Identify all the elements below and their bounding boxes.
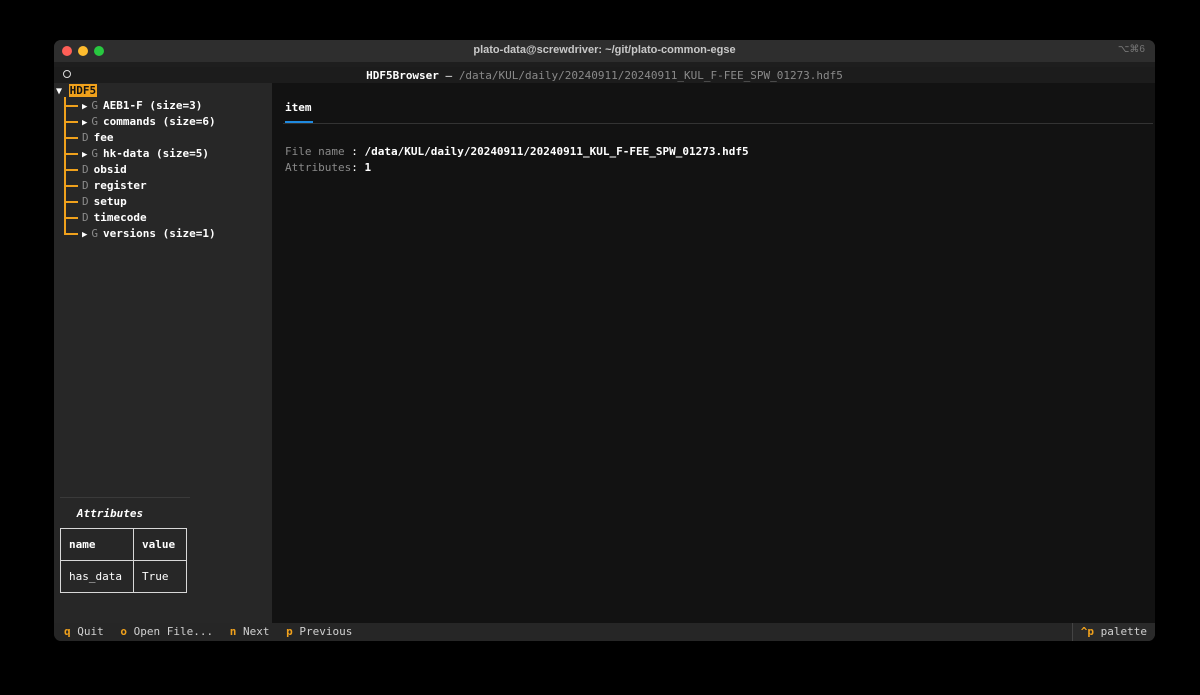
- dataset-type-marker: D: [82, 131, 89, 144]
- previous-key: p: [286, 625, 293, 638]
- cell-attribute-name: has_data: [60, 560, 134, 593]
- tree-branch-line: [64, 137, 78, 139]
- collapse-arrow-icon[interactable]: ▼: [56, 86, 62, 97]
- tree-branch-line: [64, 153, 78, 155]
- quit-label: Quit: [77, 625, 104, 638]
- detail-pane: item File name : /data/KUL/daily/2024091…: [272, 83, 1155, 623]
- header-cell-name: name: [60, 528, 134, 561]
- previous-label: Previous: [299, 625, 353, 638]
- app-title: HDF5Browser — /data/KUL/daily/20240911/2…: [54, 69, 1155, 82]
- tree-item-label: AEB1-F (size=3): [103, 99, 203, 112]
- group-type-marker: G: [91, 99, 99, 112]
- expand-arrow-icon[interactable]: ▶: [82, 118, 87, 128]
- file-name-line: File name : /data/KUL/daily/20240911/202…: [285, 145, 749, 158]
- next-key: n: [229, 625, 237, 638]
- group-type-marker: G: [91, 227, 99, 240]
- tree-root-label: HDF5: [68, 84, 98, 97]
- file-name-label: File name: [285, 145, 345, 158]
- tree-root-node[interactable]: ▼ HDF5: [56, 84, 98, 97]
- dataset-type-marker: D: [82, 179, 89, 192]
- window-title: plato-data@screwdriver: ~/git/plato-comm…: [473, 44, 736, 56]
- app-name: HDF5Browser: [366, 69, 439, 82]
- dataset-type-marker: D: [82, 211, 89, 224]
- expand-arrow-icon[interactable]: ▶: [82, 150, 87, 160]
- footer-bar: q Quit o Open File... n Next p Previous …: [54, 623, 1155, 641]
- tree-branch-line: [64, 185, 78, 187]
- attributes-header-row: name value: [60, 528, 187, 561]
- attributes-title: Attributes: [76, 507, 144, 520]
- command-palette-button[interactable]: ^p palette: [1071, 623, 1155, 641]
- tree-item-register[interactable]: Dregister: [64, 178, 147, 194]
- window-titlebar: plato-data@screwdriver: ~/git/plato-comm…: [54, 40, 1155, 62]
- open-file-label: Open File...: [133, 625, 214, 638]
- tree-item-label: commands (size=6): [103, 115, 216, 128]
- app-header: HDF5Browser — /data/KUL/daily/20240911/2…: [54, 67, 1155, 83]
- tree-item-label: setup: [93, 195, 127, 208]
- palette-label: palette: [1100, 625, 1147, 638]
- attributes-count-line: Attributes: 1: [285, 161, 371, 174]
- palette-key: ^p: [1080, 625, 1095, 638]
- tree-branch-line: [64, 169, 78, 171]
- dataset-type-marker: D: [82, 195, 89, 208]
- tree-item-versions[interactable]: ▶ Gversions (size=1): [64, 226, 216, 242]
- tree-item-label: timecode: [93, 211, 147, 224]
- quit-key: q: [64, 625, 71, 638]
- tree-item-timecode[interactable]: Dtimecode: [64, 210, 147, 226]
- terminal-window: plato-data@screwdriver: ~/git/plato-comm…: [54, 40, 1155, 641]
- file-name-colon: :: [344, 145, 365, 158]
- tree-branch-line: [64, 233, 78, 235]
- tree-branch-line: [64, 105, 78, 107]
- tree-item-label: obsid: [93, 163, 127, 176]
- cell-attribute-value: True: [133, 560, 187, 593]
- open-file-key: o: [120, 625, 127, 638]
- quit-binding[interactable]: q Quit: [64, 625, 114, 638]
- tree-item-hk-data[interactable]: ▶ Ghk-data (size=5): [64, 146, 209, 162]
- tree-item-label: fee: [93, 131, 114, 144]
- header-cell-value: value: [133, 528, 187, 561]
- file-path: /data/KUL/daily/20240911/20240911_KUL_F-…: [458, 69, 843, 82]
- tree-item-commands[interactable]: ▶ Gcommands (size=6): [64, 114, 216, 130]
- dataset-type-marker: D: [82, 163, 89, 176]
- group-type-marker: G: [91, 115, 99, 128]
- previous-binding[interactable]: p Previous: [286, 625, 362, 638]
- file-name-value: /data/KUL/daily/20240911/20240911_KUL_F-…: [364, 145, 749, 158]
- next-label: Next: [242, 625, 270, 638]
- tree-item-aeb1-f[interactable]: ▶ G AEB1-F (size=3): [64, 98, 202, 114]
- tree-item-fee[interactable]: Dfee: [64, 130, 114, 146]
- table-row[interactable]: has_data True: [60, 560, 187, 593]
- tab-item[interactable]: item: [285, 101, 312, 114]
- group-type-marker: G: [91, 147, 99, 160]
- tree-item-obsid[interactable]: Dobsid: [64, 162, 127, 178]
- expand-arrow-icon[interactable]: ▶: [82, 230, 87, 240]
- footer-keybindings: q Quit o Open File... n Next p Previous: [64, 625, 362, 638]
- tree-branch-line: [64, 201, 78, 203]
- tree-branch-line: [64, 217, 78, 219]
- attributes-count-colon: :: [351, 161, 365, 174]
- tree-item-label: versions (size=1): [103, 227, 216, 240]
- attributes-count-value: 1: [364, 161, 372, 174]
- attributes-count-label: Attributes: [285, 161, 352, 174]
- window-shortcut: ⌥⌘6: [1117, 44, 1145, 55]
- open-file-binding[interactable]: o Open File...: [120, 625, 223, 638]
- tree-branch-line: [64, 121, 78, 123]
- tree-item-label: hk-data (size=5): [103, 147, 210, 160]
- attributes-table: name value has_data True: [60, 528, 187, 593]
- tab-divider: [283, 123, 1153, 124]
- attributes-divider: [60, 497, 190, 498]
- tree-sidebar: ▼ HDF5 ▶ G AEB1-F (size=3) ▶ Gcommands (siz…: [54, 83, 272, 623]
- expand-arrow-icon[interactable]: ▶: [82, 102, 87, 112]
- tree-item-setup[interactable]: Dsetup: [64, 194, 127, 210]
- next-binding[interactable]: n Next: [230, 625, 280, 638]
- title-separator: —: [438, 69, 459, 82]
- tree-item-label: register: [93, 179, 147, 192]
